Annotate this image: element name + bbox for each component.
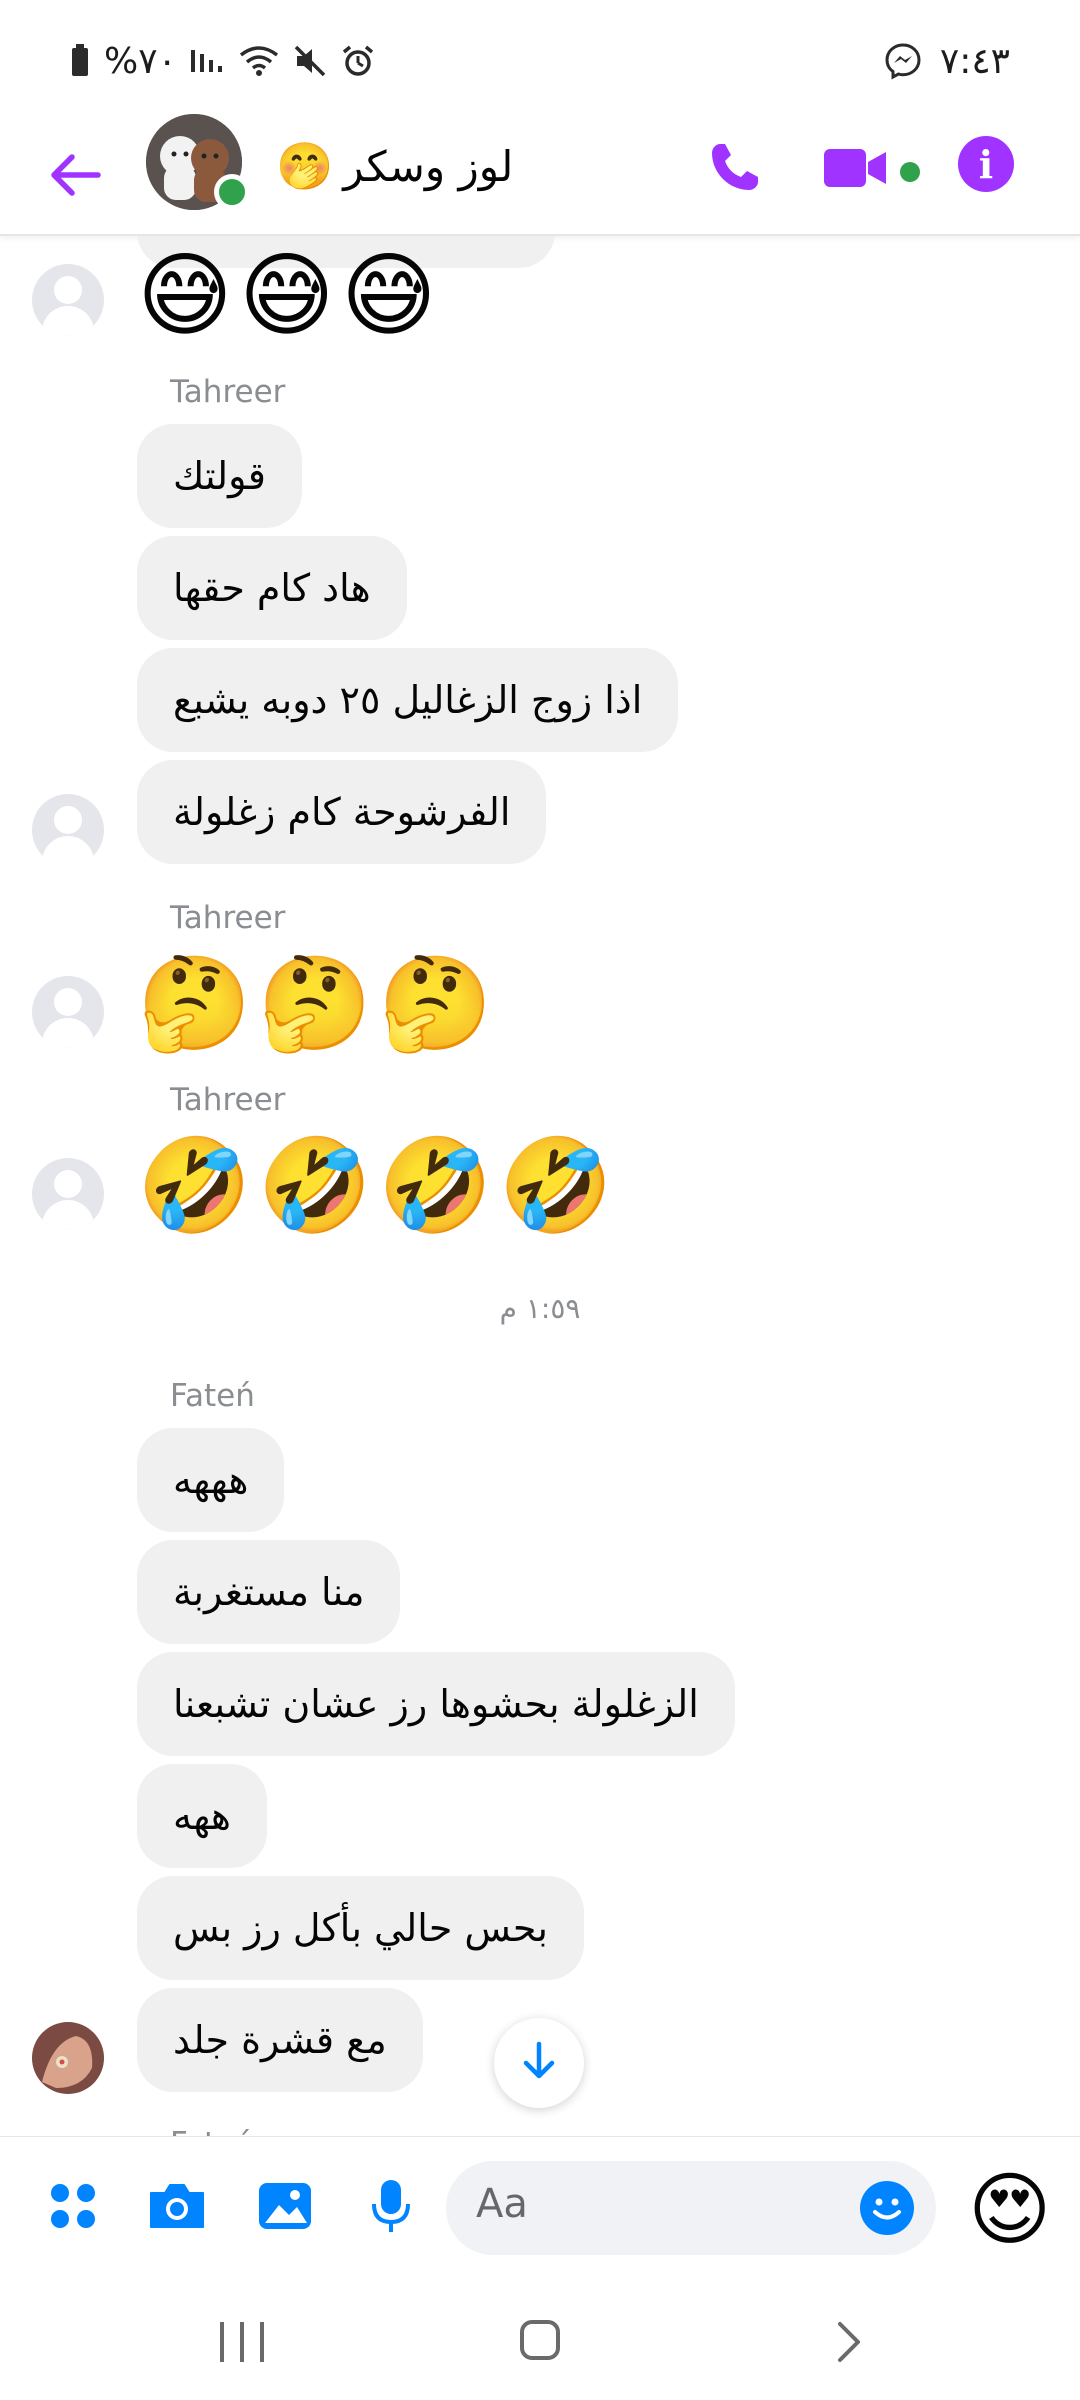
emoji: 🤣 (378, 1132, 493, 1239)
emoji: 🤔 (137, 950, 252, 1057)
message-bubble[interactable]: هههه (137, 1428, 285, 1532)
sender-avatar[interactable] (32, 794, 104, 866)
chevron-right-icon (826, 2322, 870, 2368)
message-bubble[interactable]: الفرشوحة كام زغلولة (137, 760, 547, 864)
message-list[interactable]: 😅 😅 😅 Tahreer قولتك هاد كام حقها اذا زوج… (0, 236, 1080, 2136)
system-navigation-bar (0, 2286, 1080, 2400)
sender-avatar[interactable] (32, 1158, 104, 1230)
emoji-message[interactable]: 🤔 🤔 🤔 (137, 954, 493, 1054)
phone-icon (708, 140, 762, 198)
sender-name: Fateń (170, 1378, 255, 1414)
info-button[interactable]: i (958, 136, 1014, 192)
grid-dots-icon (48, 2181, 98, 2235)
recent-apps-button[interactable] (220, 2322, 264, 2362)
emoji: 🤔 (257, 950, 373, 1057)
image-icon (257, 2181, 313, 2235)
message-bubble[interactable]: الزغلولة بحشوها رز عشان تشبعنا (137, 1652, 735, 1756)
microphone-icon (371, 2178, 411, 2238)
back-button[interactable] (40, 142, 110, 212)
mute-icon (293, 44, 327, 78)
arrow-left-icon (48, 153, 102, 201)
emoji: 🤣 (257, 1132, 373, 1239)
wifi-icon (239, 45, 279, 77)
sender-avatar-photo[interactable] (32, 2022, 104, 2094)
more-actions-button[interactable] (38, 2173, 108, 2243)
sender-avatar[interactable] (32, 976, 104, 1048)
message-composer: Aa 😍 (0, 2136, 1080, 2287)
title-text: لوز وسكر (343, 141, 514, 191)
status-bar: %٧٠ ٧:٤٣ (0, 0, 1080, 120)
battery-percent: %٧٠ (104, 40, 177, 82)
sender-name: Tahreer (170, 900, 286, 936)
title-emoji: 🤭 (276, 138, 334, 193)
emoji-message[interactable]: 🤣 🤣 🤣 🤣 (137, 1136, 613, 1236)
camera-icon (147, 2181, 207, 2235)
signal-icon (190, 46, 225, 76)
gallery-button[interactable] (250, 2173, 320, 2243)
video-active-dot (900, 162, 920, 182)
message-bubble[interactable]: مع قشرة جلد (137, 1988, 423, 2092)
emoji: 😅 (340, 242, 437, 349)
quick-reaction-button[interactable]: 😍 (968, 2165, 1051, 2255)
system-back-button[interactable] (826, 2320, 870, 2364)
emoji: 😅 (137, 242, 233, 349)
emoji: 🤣 (137, 1132, 252, 1239)
emoji-message[interactable]: 😅 😅 😅 (137, 246, 437, 346)
message-bubble[interactable]: اذا زوج الزغاليل ٢٥ دوبه يشبع (137, 648, 679, 752)
message-bubble[interactable]: ههه (137, 1764, 267, 1868)
voice-call-button[interactable] (700, 134, 770, 204)
conversation-header: 🤭 لوز وسكر i (0, 114, 1080, 236)
emoji: 🤣 (498, 1132, 614, 1239)
message-input[interactable]: Aa (446, 2161, 936, 2255)
status-right: ٧:٤٣ (884, 36, 1010, 86)
home-button[interactable] (520, 2320, 560, 2360)
message-bubble[interactable]: هاد كام حقها (137, 536, 407, 640)
messenger-icon (884, 42, 922, 80)
message-bubble[interactable]: منا مستغربة (137, 1540, 401, 1644)
alarm-icon (341, 44, 375, 78)
emoji: 😅 (238, 242, 335, 349)
emoji-picker-button[interactable] (860, 2181, 914, 2235)
status-left: %٧٠ (70, 36, 375, 86)
sender-avatar[interactable] (32, 264, 104, 336)
camera-button[interactable] (142, 2173, 212, 2243)
message-input-placeholder: Aa (476, 2181, 528, 2227)
scroll-to-bottom-button[interactable] (494, 2018, 584, 2108)
sender-name: Tahreer (170, 1082, 286, 1118)
info-icon: i (978, 141, 994, 187)
voice-record-button[interactable] (356, 2173, 426, 2243)
emoji: 🤔 (378, 950, 493, 1057)
video-camera-icon (824, 145, 888, 195)
online-status-dot (214, 174, 250, 210)
sender-name-partial: Fateń (170, 2126, 255, 2136)
arrow-down-icon (522, 2041, 556, 2085)
clock-time: ٧:٤٣ (939, 40, 1010, 82)
message-bubble[interactable]: بحس حالي بأكل رز بس (137, 1876, 584, 1980)
sender-name: Tahreer (170, 374, 286, 410)
message-timestamp: ١:٥٩ م (499, 1292, 581, 1325)
message-bubble[interactable]: قولتك (137, 424, 302, 528)
battery-icon (70, 44, 90, 78)
conversation-title[interactable]: 🤭 لوز وسكر (276, 136, 513, 196)
